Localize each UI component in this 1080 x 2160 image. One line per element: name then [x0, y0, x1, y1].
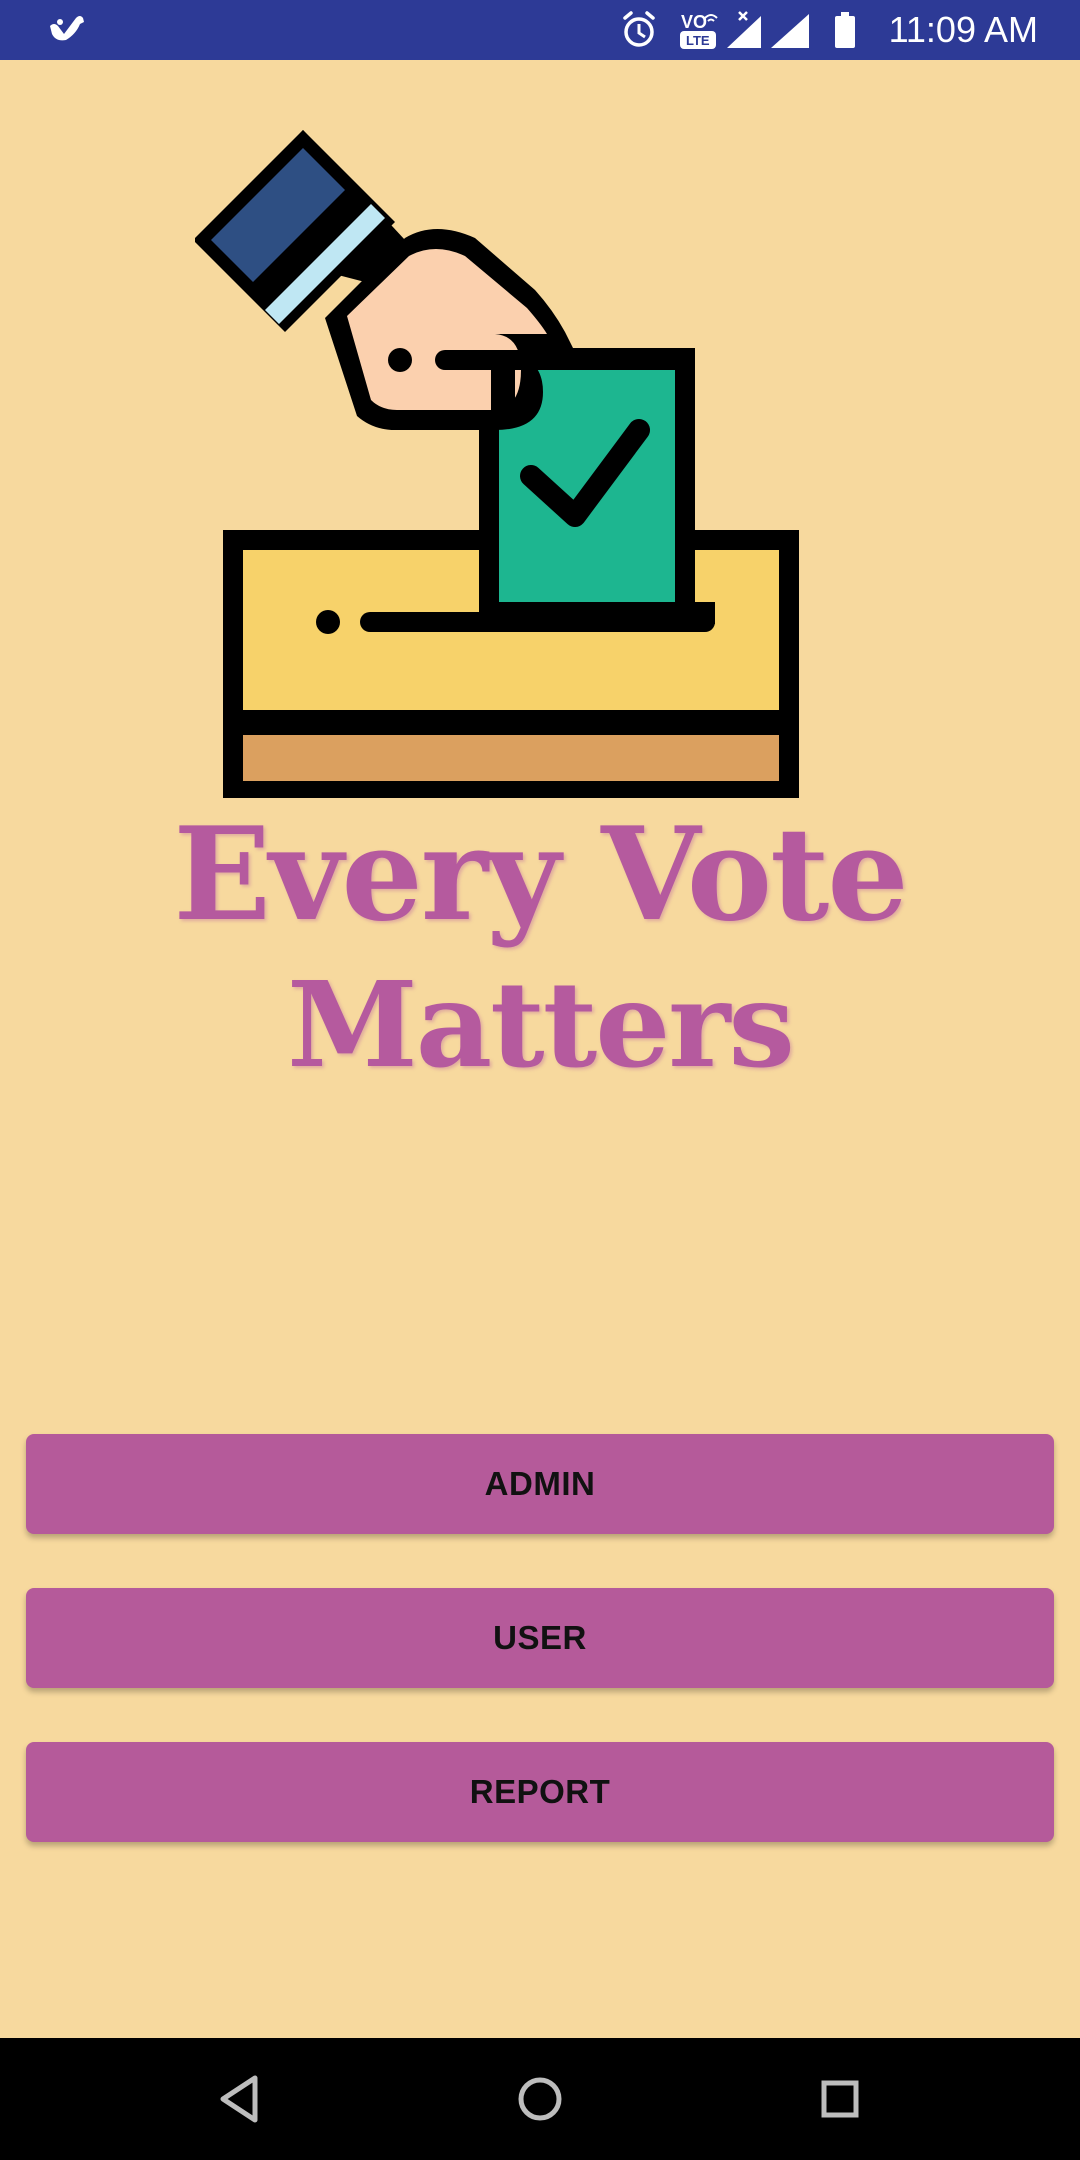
logo-title-line2: Matters [287, 955, 795, 1094]
admin-button[interactable]: ADMIN [26, 1434, 1054, 1534]
report-button[interactable]: REPORT [26, 1742, 1054, 1842]
signal-icon [771, 14, 809, 48]
svg-text:VO: VO [681, 12, 707, 32]
back-icon[interactable] [205, 2064, 275, 2134]
recents-icon[interactable] [805, 2064, 875, 2134]
logo-title-line1: Every Vote [173, 800, 908, 950]
alarm-icon [623, 11, 655, 47]
logo-title: Every Vote Matters [140, 800, 940, 1100]
status-icons: VO LTE [623, 11, 855, 49]
navigation-bar [0, 2038, 1080, 2160]
volte-icon: VO LTE [680, 12, 718, 49]
svg-text:LTE: LTE [686, 33, 710, 48]
app-notification-icon [50, 16, 84, 41]
ballot-box-logo-icon [195, 130, 799, 798]
hand-icon [195, 130, 575, 430]
home-icon[interactable] [505, 2064, 575, 2134]
signal-no-data-icon [727, 11, 761, 48]
battery-icon [835, 12, 855, 48]
status-clock: 11:09 AM [888, 9, 1038, 50]
status-bar: VO LTE 11:09 AM [0, 0, 1080, 60]
user-button[interactable]: USER [26, 1588, 1054, 1688]
